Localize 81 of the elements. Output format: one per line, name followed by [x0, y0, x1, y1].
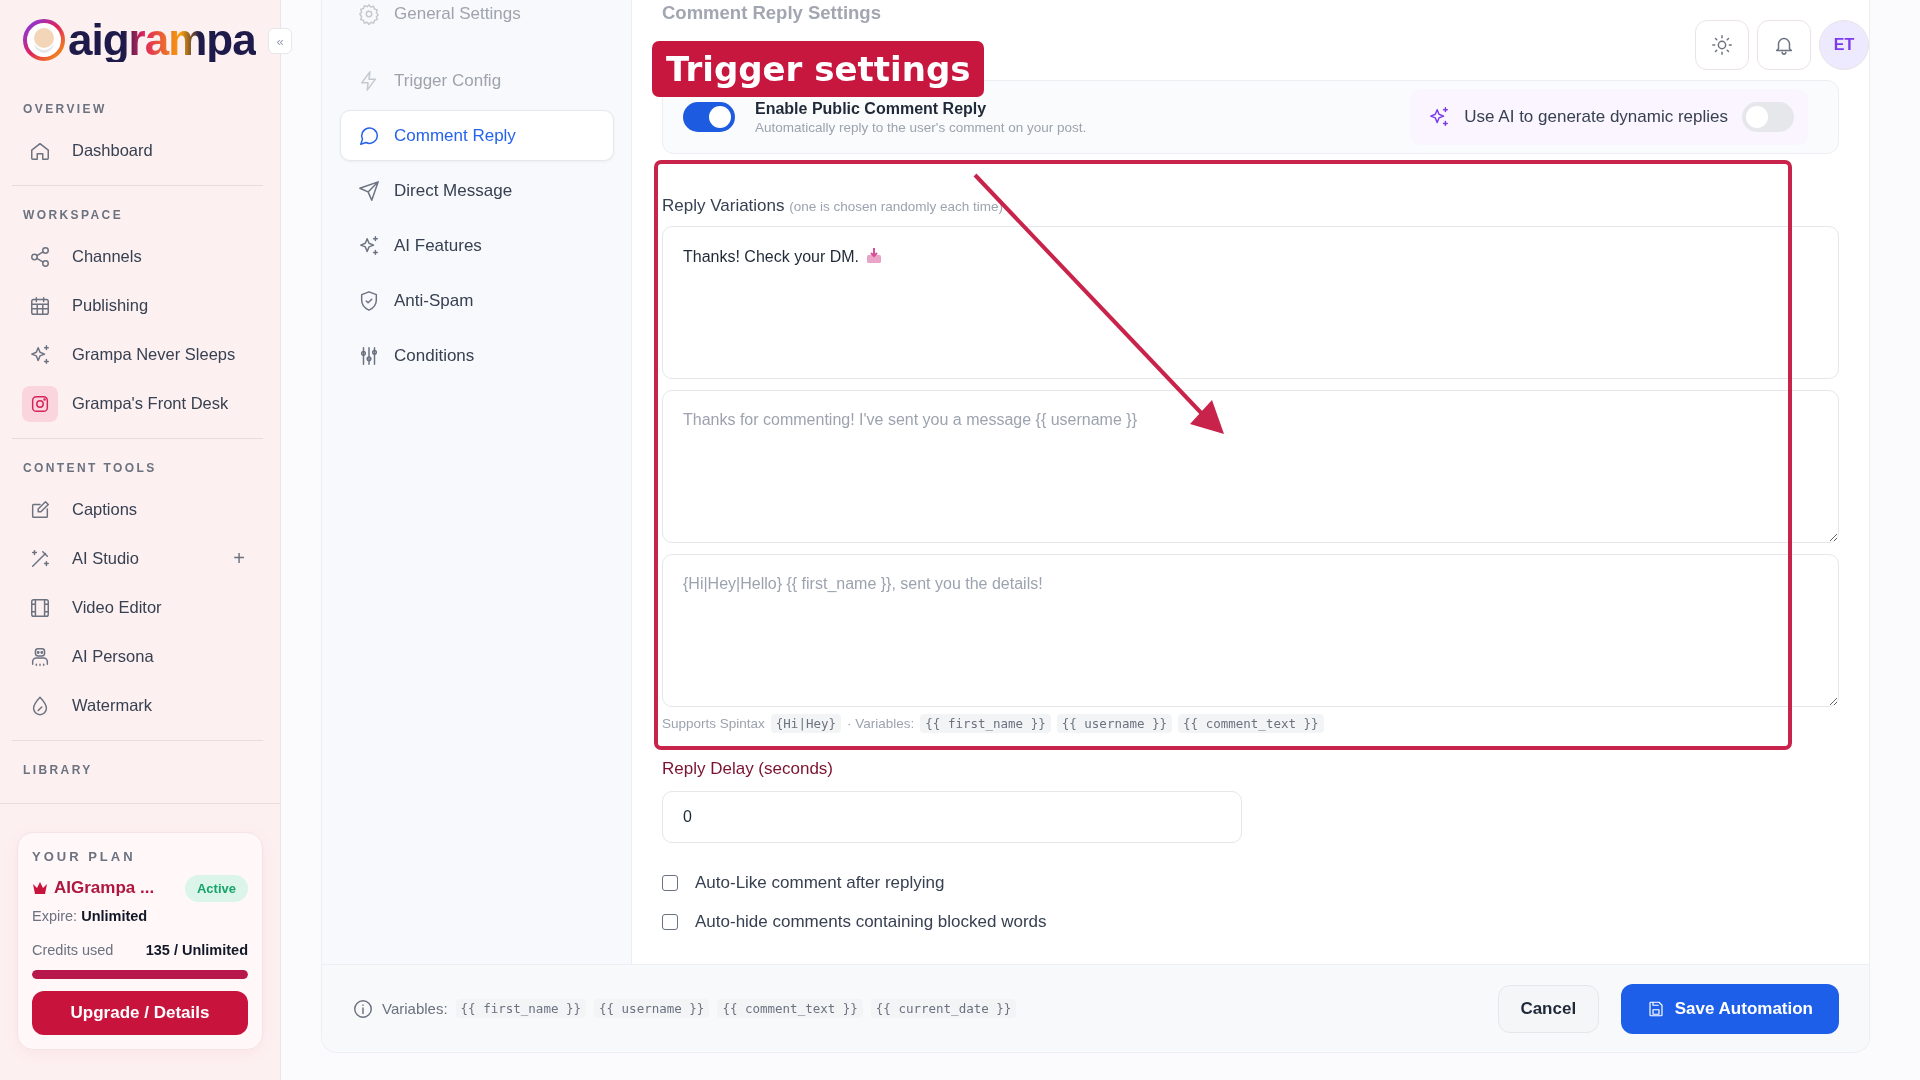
variables-label: Variables:: [382, 1000, 448, 1017]
checkbox[interactable]: [662, 874, 678, 891]
toggle-switch[interactable]: [683, 102, 735, 132]
logo-mark: [22, 18, 66, 62]
settings-tab[interactable]: AI Features: [340, 220, 614, 271]
sidebar-item[interactable]: Grampa Never Sleeps: [12, 330, 263, 379]
crown-icon: [32, 881, 48, 895]
notifications-button[interactable]: [1757, 20, 1811, 70]
inbox-icon: [865, 247, 884, 265]
settings-tab[interactable]: Anti-Spam: [340, 275, 614, 326]
add-button[interactable]: +: [233, 547, 253, 570]
sliders-icon: [358, 344, 380, 367]
magic-wand-icon: [29, 547, 51, 570]
option-label: Auto-Like comment after replying: [695, 872, 945, 893]
save-button[interactable]: Save Automation: [1620, 983, 1839, 1034]
film-icon: [29, 596, 51, 619]
sidebar-item[interactable]: AI Persona: [12, 632, 263, 681]
gear-icon: [358, 3, 380, 25]
send-icon: [358, 179, 380, 202]
field-hint: (one is chosen randomly each time): [789, 199, 1004, 214]
upgrade-button[interactable]: Upgrade / Details: [32, 991, 248, 1035]
variable-chip: {{ first_name }}: [920, 714, 1051, 733]
field-label: Reply Variations: [662, 196, 785, 215]
checkbox[interactable]: [662, 913, 678, 930]
variable-chip: {{ first_name }}: [455, 999, 586, 1018]
reply-textarea[interactable]: Thanks for commenting! I've sent you a message {{ username }}: [662, 390, 1839, 543]
calendar-icon: [29, 294, 51, 317]
shield-check-icon: [358, 289, 380, 312]
variable-chip: {{ username }}: [1056, 714, 1173, 733]
chat-bubble-icon: [358, 124, 380, 147]
settings-tab[interactable]: Comment Reply: [340, 110, 614, 161]
settings-tab[interactable]: Direct Message: [340, 165, 614, 216]
reply-textarea[interactable]: Thanks! Check your DM.: [662, 226, 1839, 379]
ai-option-label: Use AI to generate dynamic replies: [1464, 107, 1728, 127]
help-text: Supports Spintax: [662, 716, 765, 731]
reply-textarea[interactable]: {Hi|Hey|Hello} {{ first_name }}, sent you the details!: [662, 554, 1839, 707]
save-icon: [1646, 999, 1665, 1018]
expire-label: Expire:: [32, 908, 78, 924]
delay-input[interactable]: 0: [662, 791, 1242, 843]
sidebar-item[interactable]: Video Editor: [12, 583, 263, 632]
section-label: CONTENT TOOLS: [22, 460, 158, 477]
sidebar-item[interactable]: Watermark: [12, 681, 263, 730]
credits-value: 135 / Unlimited: [145, 942, 248, 958]
annotation-label: Trigger settings: [652, 41, 985, 97]
option-label: Auto-hide comments containing blocked words: [695, 911, 1047, 932]
toggle-description: Automatically reply to the user's comment on your post.: [755, 119, 1087, 135]
sidebar-item[interactable]: Grampa's Front Desk: [12, 379, 263, 428]
sidebar-item[interactable]: Channels: [12, 232, 263, 281]
variable-chip: {Hi|Hey}: [770, 714, 842, 733]
user-avatar[interactable]: ET: [1819, 20, 1869, 70]
help-text: · Variables:: [847, 716, 915, 731]
plan-heading: YOUR PLAN: [32, 849, 137, 864]
sun-icon: [1711, 34, 1733, 56]
section-label: WORKSPACE: [22, 207, 125, 224]
sidebar-item[interactable]: Captions: [12, 485, 263, 534]
robot-icon: [29, 645, 51, 668]
section-label: LIBRARY: [22, 762, 94, 779]
sidebar-item[interactable]: AI Studio +: [12, 534, 263, 583]
edit-icon: [29, 498, 51, 521]
info-icon: [352, 997, 374, 1020]
sparkles-icon: [29, 343, 51, 366]
status-badge: Active: [184, 874, 248, 902]
variable-chip: {{ current_date }}: [870, 999, 1017, 1018]
toggle-switch[interactable]: [1742, 102, 1794, 132]
sparkles-icon: [358, 234, 380, 257]
sparkles-icon: [1428, 106, 1451, 128]
cancel-button[interactable]: Cancel: [1497, 984, 1599, 1033]
sidebar-item[interactable]: Publishing: [12, 281, 263, 330]
plan-name: AIGrampa ...: [54, 878, 156, 898]
sidebar-item[interactable]: Dashboard: [12, 126, 263, 175]
field-label: Reply Delay (seconds): [662, 759, 834, 779]
settings-tab[interactable]: Conditions: [340, 330, 614, 381]
credits-label: Credits used: [32, 942, 114, 958]
variable-chip: {{ username }}: [594, 999, 710, 1018]
variable-chip: {{ comment_text }}: [1178, 714, 1324, 733]
variable-chip: {{ comment_text }}: [717, 999, 863, 1018]
section-label: OVERVIEW: [22, 101, 108, 118]
expire-value: Unlimited: [81, 908, 148, 924]
toggle-title: Enable Public Comment Reply: [755, 99, 987, 118]
share-icon: [29, 245, 51, 268]
page-title: Comment Reply Settings: [662, 1, 882, 24]
